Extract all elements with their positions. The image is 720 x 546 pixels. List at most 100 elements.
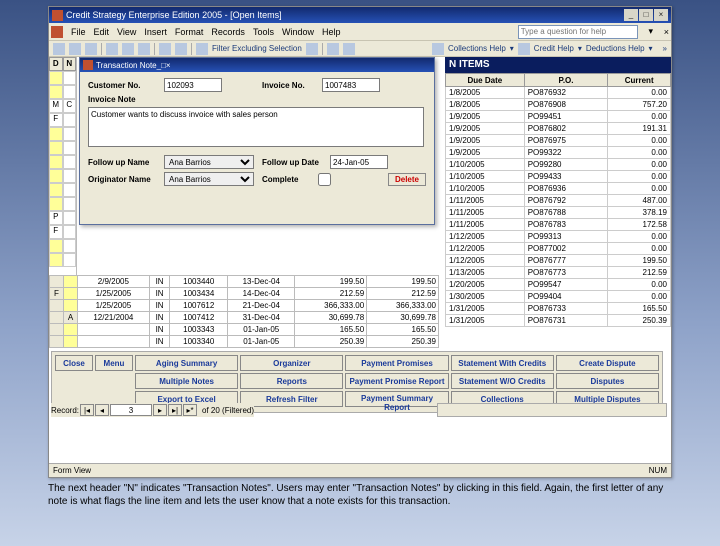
payment-summary-report-button[interactable]: Payment Summary Report <box>345 391 448 407</box>
table-row[interactable]: IN100334301-Jan-05165.50165.50 <box>50 324 439 336</box>
table-row[interactable]: 1/10/2005PO992800.00 <box>446 159 671 171</box>
col-current[interactable]: Current <box>608 74 671 87</box>
delete-button[interactable]: Delete <box>388 173 426 186</box>
sort-desc-icon[interactable] <box>175 43 187 55</box>
close-button-bottom[interactable]: Close <box>55 355 93 371</box>
table-row[interactable]: 1/12/2005PO8770020.00 <box>446 243 671 255</box>
child-close-button[interactable]: × <box>664 27 669 37</box>
aging-summary-button[interactable]: Aging Summary <box>135 355 238 371</box>
horizontal-scrollbar[interactable] <box>437 403 667 417</box>
customer-no-label: Customer No. <box>88 81 164 90</box>
nav-first-button[interactable]: |◂ <box>80 404 94 416</box>
print-icon[interactable] <box>85 43 97 55</box>
table-row[interactable]: 1/9/2005PO876802191.31 <box>446 123 671 135</box>
invoice-note-textarea[interactable]: Customer wants to discuss invoice with s… <box>88 107 424 147</box>
col-due-date[interactable]: Due Date <box>446 74 525 87</box>
menu-file[interactable]: File <box>71 27 86 37</box>
disputes-button[interactable]: Disputes <box>556 373 659 389</box>
table-row[interactable]: 1/31/2005PO876733165.50 <box>446 303 671 315</box>
payment-promises-button[interactable]: Payment Promises <box>345 355 448 371</box>
table-row[interactable]: 1/20/2005PO995470.00 <box>446 279 671 291</box>
transaction-note-window: Transaction Note _ □ × Customer No. Invo… <box>79 57 435 225</box>
credit-help-link[interactable]: Credit Help <box>534 44 574 53</box>
menu-window[interactable]: Window <box>282 27 314 37</box>
table-row[interactable]: 1/9/2005PO994510.00 <box>446 111 671 123</box>
help-search-input[interactable] <box>518 25 638 39</box>
record-number-input[interactable] <box>110 404 152 416</box>
reports-button[interactable]: Reports <box>240 373 343 389</box>
statement-wo-credits-button[interactable]: Statement W/O Credits <box>451 373 554 389</box>
create-dispute-button[interactable]: Create Dispute <box>556 355 659 371</box>
cut-icon[interactable] <box>106 43 118 55</box>
table-row[interactable]: F1/25/2005IN100343414-Dec-04212.59212.59 <box>50 288 439 300</box>
help-dropdown-icon[interactable]: ▾ <box>646 26 656 37</box>
customer-no-input[interactable] <box>164 78 222 92</box>
multiple-notes-button[interactable]: Multiple Notes <box>135 373 238 389</box>
toolbar-chevron-icon[interactable]: » <box>663 44 667 53</box>
nav-new-button[interactable]: ▸* <box>183 404 197 416</box>
menu-view[interactable]: View <box>117 27 136 37</box>
table-row[interactable]: 1/8/2005PO876908757.20 <box>446 99 671 111</box>
credit-icon[interactable] <box>518 43 530 55</box>
maximize-button[interactable]: □ <box>639 9 653 21</box>
originator-name-select[interactable]: Ana Barrios <box>164 172 254 186</box>
nav-last-button[interactable]: ▸| <box>168 404 182 416</box>
minimize-button[interactable]: _ <box>624 9 638 21</box>
invoice-no-label: Invoice No. <box>262 81 322 90</box>
nav-prev-button[interactable]: ◂ <box>95 404 109 416</box>
save-icon[interactable] <box>69 43 81 55</box>
table-row[interactable]: 1/31/2005PO876731250.39 <box>446 315 671 327</box>
paste-icon[interactable] <box>138 43 150 55</box>
table-row[interactable]: 1/10/2005PO8769360.00 <box>446 183 671 195</box>
table-row[interactable]: 1/10/2005PO994330.00 <box>446 171 671 183</box>
copy-icon[interactable] <box>122 43 134 55</box>
filter-icon[interactable] <box>196 43 208 55</box>
table-row[interactable]: A12/21/2004IN100741231-Dec-0430,699.7830… <box>50 312 439 324</box>
table-row[interactable]: 1/8/2005PO8769320.00 <box>446 87 671 99</box>
deductions-help-link[interactable]: Deductions Help <box>586 44 645 53</box>
new-record-icon[interactable] <box>327 43 339 55</box>
table-row[interactable]: 1/12/2005PO876777199.50 <box>446 255 671 267</box>
menu-insert[interactable]: Insert <box>144 27 167 37</box>
statement-credits-button[interactable]: Statement With Credits <box>451 355 554 371</box>
filter-excluding-link[interactable]: Filter Excluding Selection <box>212 44 302 53</box>
table-row[interactable]: 1/11/2005PO876792487.00 <box>446 195 671 207</box>
table-row[interactable]: 1/12/2005PO993130.00 <box>446 231 671 243</box>
menu-edit[interactable]: Edit <box>94 27 110 37</box>
table-row[interactable]: 1/25/2005IN100761221-Dec-04366,333.00366… <box>50 300 439 312</box>
sort-asc-icon[interactable] <box>159 43 171 55</box>
payment-promise-report-button[interactable]: Payment Promise Report <box>345 373 448 389</box>
table-row[interactable]: 1/30/2005PO994040.00 <box>446 291 671 303</box>
inner-close-button[interactable]: × <box>166 61 171 70</box>
col-d-header[interactable]: D <box>49 57 63 71</box>
design-view-icon[interactable] <box>53 43 65 55</box>
menu-records[interactable]: Records <box>211 27 245 37</box>
collections-icon[interactable] <box>432 43 444 55</box>
table-row[interactable]: 1/13/2005PO876773212.59 <box>446 267 671 279</box>
nav-next-button[interactable]: ▸ <box>153 404 167 416</box>
organizer-button[interactable]: Organizer <box>240 355 343 371</box>
table-row[interactable]: 1/11/2005PO876783172.58 <box>446 219 671 231</box>
menu-format[interactable]: Format <box>175 27 204 37</box>
col-n-header[interactable]: N <box>63 57 77 71</box>
complete-checkbox[interactable] <box>318 173 331 186</box>
table-row[interactable]: IN100334001-Jan-05250.39250.39 <box>50 336 439 348</box>
followup-name-select[interactable]: Ana Barrios <box>164 155 254 169</box>
col-po[interactable]: P.O. <box>524 74 608 87</box>
refresh-filter-button[interactable]: Refresh Filter <box>240 391 343 407</box>
delete-record-icon[interactable] <box>343 43 355 55</box>
table-row[interactable]: 1/11/2005PO876788378.19 <box>446 207 671 219</box>
app-menu-icon[interactable] <box>51 26 63 38</box>
table-row[interactable]: 1/9/2005PO993220.00 <box>446 147 671 159</box>
table-row[interactable]: 1/9/2005PO8769750.00 <box>446 135 671 147</box>
menu-help[interactable]: Help <box>322 27 341 37</box>
menu-tools[interactable]: Tools <box>253 27 274 37</box>
menu-button-bottom[interactable]: Menu <box>95 355 133 371</box>
close-button[interactable]: × <box>654 9 668 21</box>
table-row[interactable]: 2/9/2005IN100344013-Dec-04199.50199.50 <box>50 276 439 288</box>
collections-help-link[interactable]: Collections Help <box>448 44 506 53</box>
find-icon[interactable] <box>306 43 318 55</box>
followup-date-input[interactable] <box>330 155 388 169</box>
invoice-no-input[interactable] <box>322 78 380 92</box>
app-title: Credit Strategy Enterprise Edition 2005 … <box>66 10 282 20</box>
